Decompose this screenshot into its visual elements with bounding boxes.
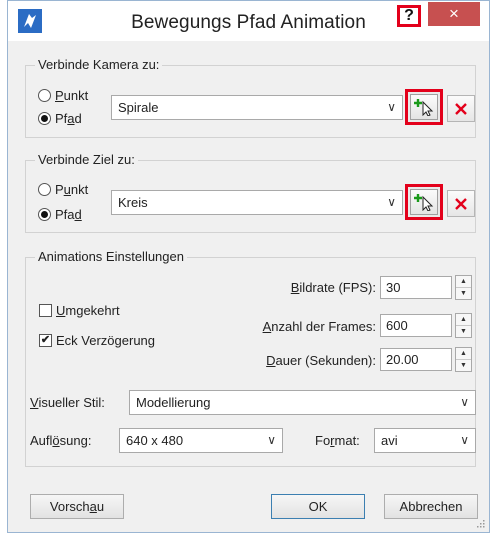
radio-circle: [38, 183, 51, 196]
checkbox-label: Umgekehrt: [56, 303, 120, 318]
camera-path-radio[interactable]: Pfad: [38, 111, 82, 126]
help-button[interactable]: ?: [391, 2, 427, 30]
target-point-radio[interactable]: Punkt: [38, 182, 88, 197]
select-value: Modellierung: [136, 395, 211, 410]
frames-input[interactable]: 600: [380, 314, 452, 337]
checkbox-box-checked: ✔: [39, 334, 52, 347]
chevron-down-icon: ∨: [387, 100, 396, 114]
animation-group-label: Animations Einstellungen: [35, 249, 187, 264]
framerate-input[interactable]: 30: [380, 276, 452, 299]
target-pick-button[interactable]: [405, 184, 443, 220]
corner-delay-checkbox[interactable]: ✔ Eck Verzögerung: [39, 333, 155, 348]
radio-label: Pfad: [55, 111, 82, 126]
camera-pick-button[interactable]: [405, 89, 443, 125]
triangle-down-icon[interactable]: ▼: [456, 326, 471, 337]
camera-path-select[interactable]: Spirale ∨: [111, 95, 403, 120]
red-x-icon: [455, 102, 467, 115]
framerate-spinner[interactable]: ▲ ▼: [455, 275, 472, 300]
camera-point-radio[interactable]: Punkt: [38, 88, 88, 103]
triangle-up-icon[interactable]: ▲: [456, 348, 471, 360]
format-label: Format:: [315, 433, 360, 448]
radio-label: Punkt: [55, 182, 89, 197]
close-button[interactable]: ×: [428, 2, 480, 26]
preview-button[interactable]: Vorsch a u: [30, 494, 124, 519]
visual-style-label: Visueller Stil:: [30, 395, 105, 410]
ok-button[interactable]: OK: [271, 494, 365, 519]
help-icon: ?: [397, 5, 421, 27]
duration-input[interactable]: 20.00: [380, 348, 452, 371]
framerate-label: Bildrate (FPS):: [290, 280, 376, 295]
visual-style-select[interactable]: Modellierung ∨: [129, 390, 476, 415]
select-value: 640 x 480: [126, 433, 184, 448]
triangle-up-icon[interactable]: ▲: [456, 314, 471, 326]
camera-delete-button[interactable]: [447, 95, 475, 122]
target-delete-button[interactable]: [447, 190, 475, 217]
radio-circle: [38, 89, 51, 102]
plus-pointer-icon: [414, 99, 434, 116]
triangle-up-icon[interactable]: ▲: [456, 276, 471, 288]
resize-grip-icon[interactable]: [475, 518, 485, 528]
select-value: avi: [381, 433, 398, 448]
chevron-down-icon: ∨: [460, 433, 469, 447]
plus-pointer-icon: [414, 194, 434, 211]
target-group-label: Verbinde Ziel zu:: [35, 152, 138, 167]
select-value: Kreis: [118, 195, 148, 210]
reverse-checkbox[interactable]: Umgekehrt: [39, 303, 120, 318]
chevron-down-icon: ∨: [267, 433, 276, 447]
radio-circle-selected: [38, 112, 51, 125]
frames-spinner[interactable]: ▲ ▼: [455, 313, 472, 338]
target-path-select[interactable]: Kreis ∨: [111, 190, 403, 215]
title-bar: Bewegungs Pfad Animation ? ×: [8, 1, 489, 41]
checkbox-box: [39, 304, 52, 317]
triangle-down-icon[interactable]: ▼: [456, 288, 471, 299]
frames-label: Anzahl der Frames:: [262, 319, 376, 334]
camera-group-label: Verbinde Kamera zu:: [35, 57, 163, 72]
format-select[interactable]: avi ∨: [374, 428, 476, 453]
dialog-window: Bewegungs Pfad Animation ? × Verbinde Ka…: [7, 0, 490, 533]
radio-label: Punkt: [55, 88, 89, 103]
chevron-down-icon: ∨: [460, 395, 469, 409]
checkbox-label: Eck Verzögerung: [56, 333, 156, 348]
duration-label: Dauer (Sekunden):: [266, 353, 376, 368]
target-path-radio[interactable]: Pfad: [38, 207, 82, 222]
resolution-label: Auflösung:: [30, 433, 92, 448]
cancel-button[interactable]: Abbrechen: [384, 494, 478, 519]
select-value: Spirale: [118, 100, 159, 115]
radio-circle-selected: [38, 208, 51, 221]
chevron-down-icon: ∨: [387, 195, 396, 209]
red-x-icon: [455, 197, 467, 210]
resolution-select[interactable]: 640 x 480 ∨: [119, 428, 283, 453]
duration-spinner[interactable]: ▲ ▼: [455, 347, 472, 372]
triangle-down-icon[interactable]: ▼: [456, 360, 471, 371]
radio-label: Pfad: [55, 207, 82, 222]
